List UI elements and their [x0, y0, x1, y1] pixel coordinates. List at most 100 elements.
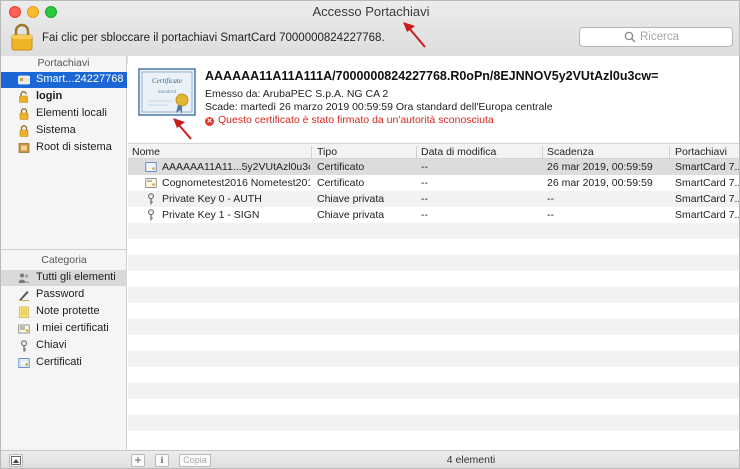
cell-name: Cognometest2016 Nometest2016 [162, 177, 310, 189]
error-icon: ✕ [205, 117, 214, 126]
cell-type: Chiave privata [317, 209, 385, 221]
keychains-header: Portachiavi [37, 57, 90, 69]
open-lock-icon [19, 91, 28, 103]
sidebar-item-label: login [36, 90, 63, 102]
empty-row [128, 319, 739, 335]
certificate-issuer: Emesso da: ArubaPEC S.p.A. NG CA 2 [205, 88, 389, 100]
empty-row [128, 223, 739, 239]
my-certificate-icon [18, 324, 30, 334]
sidebar-item-system-roots[interactable]: Root di sistema [1, 140, 127, 156]
key-icon [148, 209, 154, 221]
table-header: Nome Tipo Data di modifica Scadenza Port… [128, 143, 739, 159]
category-item-passwords[interactable]: Password [1, 287, 127, 303]
column-header-expires[interactable]: Scadenza [547, 146, 594, 158]
table-row[interactable]: Cognometest2016 Nometest2016 Certificato… [128, 175, 739, 191]
cell-name: Private Key 1 - SIGN [162, 209, 260, 221]
search-field[interactable] [579, 27, 733, 47]
sidebar-item-smartcard[interactable]: Smart...24227768 [1, 72, 127, 88]
cell-expires: -- [547, 209, 554, 221]
search-icon [624, 31, 636, 43]
sidebar-item-label: Elementi locali [36, 107, 107, 119]
window-title: Accesso Portachiavi [312, 4, 430, 19]
keychain-window: Accesso Portachiavi Fai clic per sblocca… [0, 0, 740, 469]
cell-expires: 26 mar 2019, 00:59:59 [547, 177, 653, 189]
table-row[interactable]: AAAAAA11A11...5y2VUtAzl0u3cw= Certificat… [128, 159, 739, 175]
sidebar-item-local-items[interactable]: Elementi locali [1, 106, 127, 122]
empty-row [128, 255, 739, 271]
certificate-warning: ✕ Questo certificato è stato firmato da u… [205, 114, 494, 126]
category-item-label: Tutti gli elementi [36, 271, 116, 283]
sidebar-item-label: Root di sistema [36, 141, 112, 153]
category-item-certificates[interactable]: Certificati [1, 355, 127, 371]
cell-keychain: SmartCard 7... [675, 161, 739, 173]
certificate-detail: Certificate Standard AAAAAA11A11A111A/70… [128, 56, 739, 143]
cell-modified: -- [421, 177, 428, 189]
column-header-name[interactable]: Nome [132, 146, 160, 158]
cell-keychain: SmartCard 7... [675, 177, 739, 189]
certificate-icon [18, 358, 30, 368]
lock-icon [19, 125, 29, 137]
svg-text:Standard: Standard [158, 90, 177, 95]
sidebar-item-label: Smart...24227768 [36, 73, 124, 85]
cell-type: Certificato [317, 177, 365, 189]
key-icon [148, 193, 154, 205]
title-bar: Accesso Portachiavi Fai clic per sblocca… [1, 1, 739, 63]
items-table: AAAAAA11A11...5y2VUtAzl0u3cw= Certificat… [128, 159, 739, 448]
cell-type: Certificato [317, 161, 365, 173]
column-separator[interactable] [669, 146, 670, 158]
cell-expires: 26 mar 2019, 00:59:59 [547, 161, 653, 173]
column-header-modified[interactable]: Data di modifica [421, 146, 496, 158]
cell-name: AAAAAA11A11...5y2VUtAzl0u3cw= [162, 161, 310, 173]
item-count: 4 elementi [446, 454, 496, 466]
svg-text:Certificate: Certificate [152, 77, 182, 85]
pen-icon [19, 291, 29, 301]
category-item-label: Chiavi [36, 339, 67, 351]
category-item-secure-notes[interactable]: Note protette [1, 304, 127, 320]
empty-row [128, 287, 739, 303]
column-separator[interactable] [416, 146, 417, 158]
cell-modified: -- [421, 209, 428, 221]
column-header-keychain[interactable]: Portachiavi [675, 146, 727, 158]
cell-keychain: SmartCard 7... [675, 209, 739, 221]
certificate-icon [145, 162, 157, 172]
key-icon [21, 340, 27, 352]
column-header-type[interactable]: Tipo [317, 146, 337, 158]
lock-icon [19, 108, 29, 120]
certificate-expiration: Scade: martedì 26 marzo 2019 00:59:59 Or… [205, 101, 553, 113]
category-item-keys[interactable]: Chiavi [1, 338, 127, 354]
cell-keychain: SmartCard 7... [675, 193, 739, 205]
category-item-my-certificates[interactable]: I miei certificati [1, 321, 127, 337]
column-separator[interactable] [542, 146, 543, 158]
category-item-label: Certificati [36, 356, 82, 368]
sidebar-item-label: Sistema [36, 124, 76, 136]
sidebar-item-system[interactable]: Sistema [1, 123, 127, 139]
certificate-icon [145, 178, 157, 188]
empty-row [128, 415, 739, 431]
sidebar-item-login[interactable]: login [1, 89, 127, 105]
unlock-message[interactable]: Fai clic per sbloccare il portachiavi Sm… [42, 32, 385, 44]
note-icon [19, 306, 29, 318]
certificate-large-icon: Certificate Standard [138, 68, 196, 116]
people-icon [18, 273, 30, 283]
category-item-all-items[interactable]: Tutti gli elementi [1, 270, 127, 286]
cell-modified: -- [421, 193, 428, 205]
table-row[interactable]: Private Key 1 - SIGN Chiave privata -- -… [128, 207, 739, 223]
smartcard-icon [18, 75, 30, 85]
category-item-label: Password [36, 288, 85, 300]
column-separator[interactable] [311, 146, 312, 158]
certificate-warning-text: Questo certificato è stato firmato da un… [218, 114, 494, 126]
category-item-label: Note protette [36, 305, 100, 317]
search-input[interactable] [640, 29, 728, 45]
category-header: Categoria [41, 254, 87, 266]
table-row[interactable]: Private Key 0 - AUTH Chiave privata -- -… [128, 191, 739, 207]
cell-type: Chiave privata [317, 193, 385, 205]
certificate-name: AAAAAA11A11A111A/7000000824227768.R0oPn/… [205, 69, 659, 83]
sidebar: Portachiavi Smart...24227768 login Eleme… [1, 56, 127, 450]
lock-icon[interactable] [10, 23, 34, 51]
sidebar-divider [1, 249, 127, 250]
status-bar: + i Copia 4 elementi [1, 450, 739, 468]
category-item-label: I miei certificati [36, 322, 109, 334]
empty-row [128, 383, 739, 399]
cabinet-icon [18, 143, 30, 153]
cell-expires: -- [547, 193, 554, 205]
